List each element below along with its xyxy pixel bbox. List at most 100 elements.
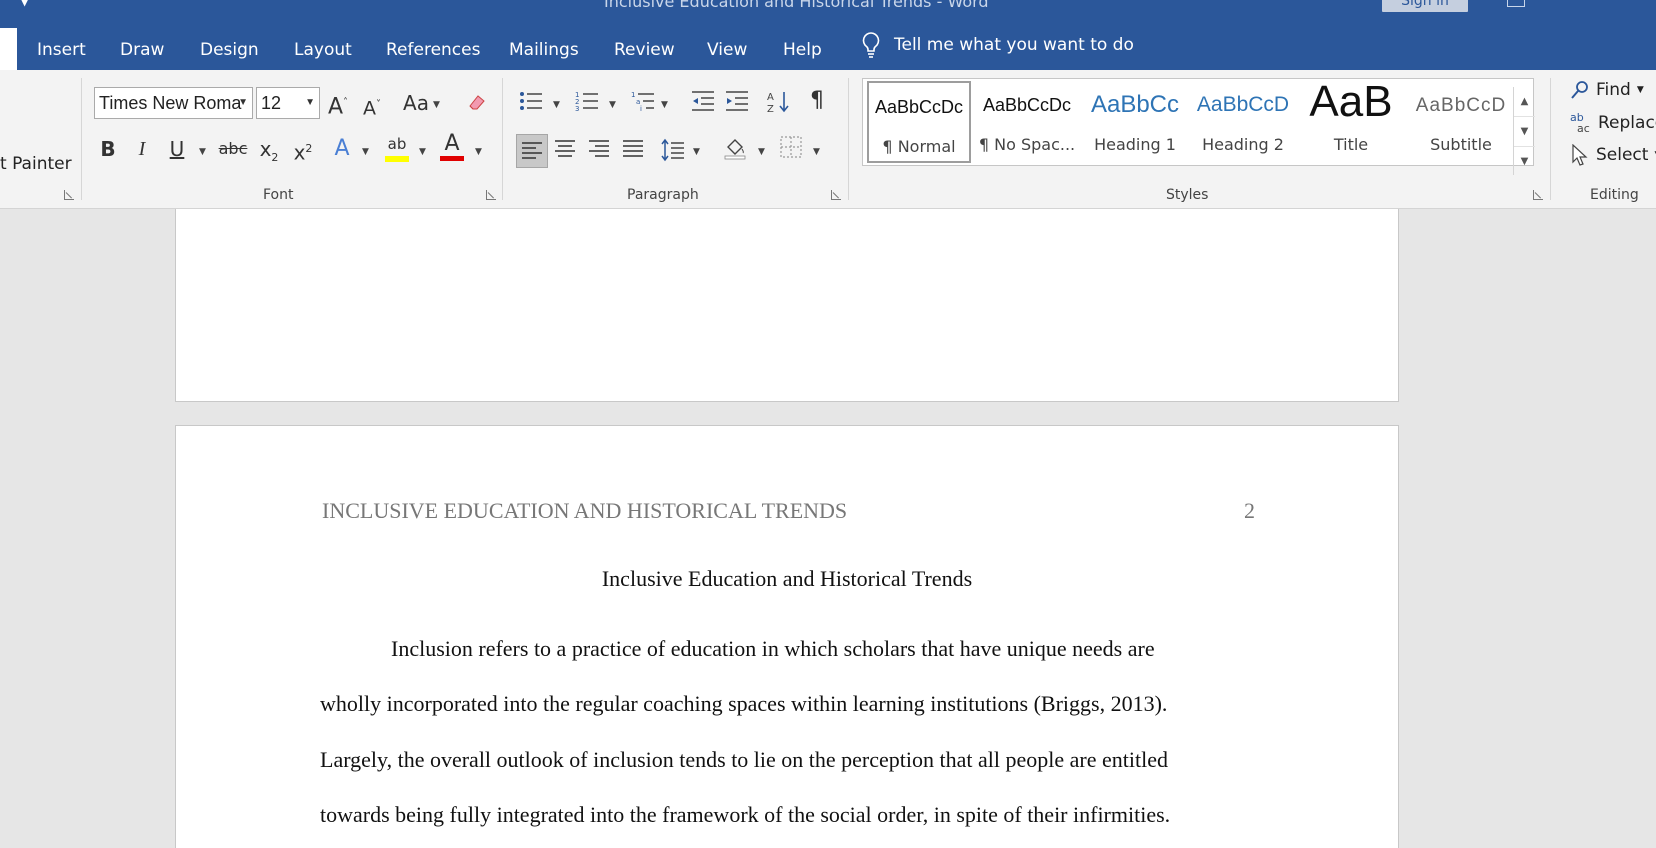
style-preview: AaBbCc	[1090, 91, 1180, 118]
bullets-button[interactable]	[518, 90, 544, 118]
style-preview: AaBbCcDc	[874, 97, 964, 117]
chevron-down-icon[interactable]: ▼	[419, 147, 426, 157]
tab-insert[interactable]: Insert	[37, 40, 86, 60]
sign-in-button[interactable]: Sign in	[1382, 0, 1468, 12]
subscript-button[interactable]: x2	[256, 136, 282, 171]
font-size-combo[interactable]: 12 ▼	[256, 87, 320, 119]
style-no-spacing[interactable]: AaBbCcDc ¶ No Spac...	[975, 81, 1079, 163]
text-effects-button[interactable]: A	[330, 136, 354, 162]
divider	[502, 78, 503, 200]
window-title: Inclusive Education and Historical Trend…	[604, 0, 989, 11]
sort-button[interactable]: AZ	[766, 90, 792, 120]
font-dialog-launcher-icon[interactable]	[486, 190, 496, 200]
tell-me-text: Tell me what you want to do	[894, 35, 1134, 55]
highlight-button[interactable]: ab	[384, 134, 410, 162]
page-2[interactable]: INCLUSIVE EDUCATION AND HISTORICAL TREND…	[175, 425, 1399, 848]
align-left-button[interactable]	[516, 134, 548, 168]
divider	[81, 78, 82, 200]
body-text-line: wholly incorporated into the regular coa…	[320, 691, 1168, 716]
gallery-scroll: ▲ ▼ ▼	[1513, 87, 1535, 175]
decrease-indent-button[interactable]	[690, 90, 716, 118]
shrink-font-icon: A	[363, 97, 376, 120]
tab-review[interactable]: Review	[614, 40, 675, 60]
chevron-down-icon[interactable]: ▼	[305, 88, 315, 118]
qat-customize-icon[interactable]: ▼	[20, 0, 29, 8]
chevron-down-icon[interactable]: ▼	[609, 100, 616, 110]
style-name: ¶ Normal	[882, 137, 956, 156]
tab-references[interactable]: References	[386, 40, 480, 60]
chevron-down-icon[interactable]: ▼	[758, 147, 765, 157]
tab-mailings[interactable]: Mailings	[509, 40, 579, 60]
chevron-down-icon[interactable]: ▼	[475, 147, 482, 157]
chevron-down-icon[interactable]: ▼	[813, 147, 820, 157]
italic-button[interactable]: I	[131, 136, 153, 162]
grow-font-button[interactable]: A˄	[326, 90, 350, 120]
find-button[interactable]: Find ▼	[1570, 80, 1644, 100]
styles-group-label: Styles	[1166, 187, 1209, 203]
tab-view[interactable]: View	[707, 40, 747, 60]
show-formatting-marks-button[interactable]: ¶	[806, 88, 828, 114]
chevron-down-icon[interactable]: ▼	[661, 100, 668, 110]
subscript-mark: 2	[271, 151, 279, 164]
sort-icon: AZ	[767, 92, 789, 115]
replace-button[interactable]: abac Replace	[1570, 112, 1656, 134]
tell-me-search[interactable]: Tell me what you want to do	[862, 32, 1134, 58]
chevron-down-icon[interactable]: ▼	[238, 88, 248, 118]
strikethrough-button[interactable]: abc	[218, 136, 248, 162]
chevron-down-icon[interactable]: ▼	[693, 147, 700, 157]
font-color-icon: A	[444, 131, 460, 156]
numbering-button[interactable]: 123	[574, 90, 600, 118]
superscript-label: x	[293, 140, 306, 165]
chevron-down-icon[interactable]: ▼	[433, 100, 440, 110]
font-name-combo[interactable]: Times New Roma ▼	[94, 87, 253, 119]
line-spacing-button[interactable]	[660, 138, 686, 168]
tab-design[interactable]: Design	[200, 40, 259, 60]
style-normal[interactable]: AaBbCcDc ¶ Normal	[867, 81, 971, 163]
format-painter-button[interactable]: t Painter	[0, 154, 72, 174]
paragraph-dialog-launcher-icon[interactable]	[831, 190, 841, 200]
clear-formatting-button[interactable]	[464, 90, 490, 118]
superscript-button[interactable]: x2	[290, 136, 316, 166]
chevron-down-icon[interactable]: ▼	[553, 100, 560, 110]
style-subtitle[interactable]: AaBbCcD Subtitle	[1407, 81, 1515, 163]
chevron-down-icon[interactable]: ▼	[199, 147, 206, 157]
style-heading-2[interactable]: AaBbCcD Heading 2	[1191, 81, 1295, 163]
tab-layout[interactable]: Layout	[294, 40, 352, 60]
divider	[848, 78, 849, 200]
ribbon-display-icon[interactable]	[1507, 0, 1525, 7]
styles-dialog-launcher-icon[interactable]	[1533, 190, 1543, 200]
tab-file[interactable]	[0, 28, 17, 70]
bold-button[interactable]: B	[96, 136, 120, 162]
tab-draw[interactable]: Draw	[120, 40, 164, 60]
clipboard-dialog-launcher-icon[interactable]	[64, 190, 74, 200]
change-case-button[interactable]: Aa	[400, 90, 432, 116]
select-label: Select	[1596, 145, 1649, 165]
select-button[interactable]: Select ▼	[1570, 144, 1656, 166]
multilevel-list-button[interactable]: 1ai	[630, 90, 656, 118]
font-color-button[interactable]: A	[439, 132, 465, 161]
document-area[interactable]: INCLUSIVE EDUCATION AND HISTORICAL TREND…	[0, 209, 1656, 848]
align-center-button[interactable]	[552, 138, 578, 166]
chevron-down-icon[interactable]: ▼	[1637, 85, 1644, 95]
style-name: ¶ No Spac...	[978, 135, 1076, 154]
style-title[interactable]: AaB Title	[1299, 77, 1403, 163]
replace-label: Replace	[1598, 113, 1656, 133]
align-right-button[interactable]	[586, 138, 612, 166]
multilevel-list-icon: 1ai	[631, 91, 654, 113]
shading-button[interactable]	[722, 136, 748, 166]
style-heading-1[interactable]: AaBbCc Heading 1	[1083, 81, 1187, 163]
gallery-down-icon[interactable]: ▼	[1514, 117, 1535, 147]
align-center-icon	[555, 140, 575, 157]
borders-button[interactable]	[778, 136, 804, 164]
increase-indent-button[interactable]	[724, 90, 750, 118]
shrink-font-button[interactable]: A˅	[360, 92, 384, 121]
gallery-up-icon[interactable]: ▲	[1514, 87, 1535, 117]
title-bar: ▼ Inclusive Education and Historical Tre…	[0, 0, 1656, 70]
subscript-label: x	[259, 137, 272, 161]
underline-button[interactable]: U	[165, 136, 189, 162]
tab-help[interactable]: Help	[783, 40, 822, 60]
gallery-more-icon[interactable]: ▼	[1514, 147, 1535, 176]
justify-button[interactable]	[620, 138, 646, 166]
page-1-bottom[interactable]	[175, 209, 1399, 402]
chevron-down-icon[interactable]: ▼	[362, 147, 369, 157]
